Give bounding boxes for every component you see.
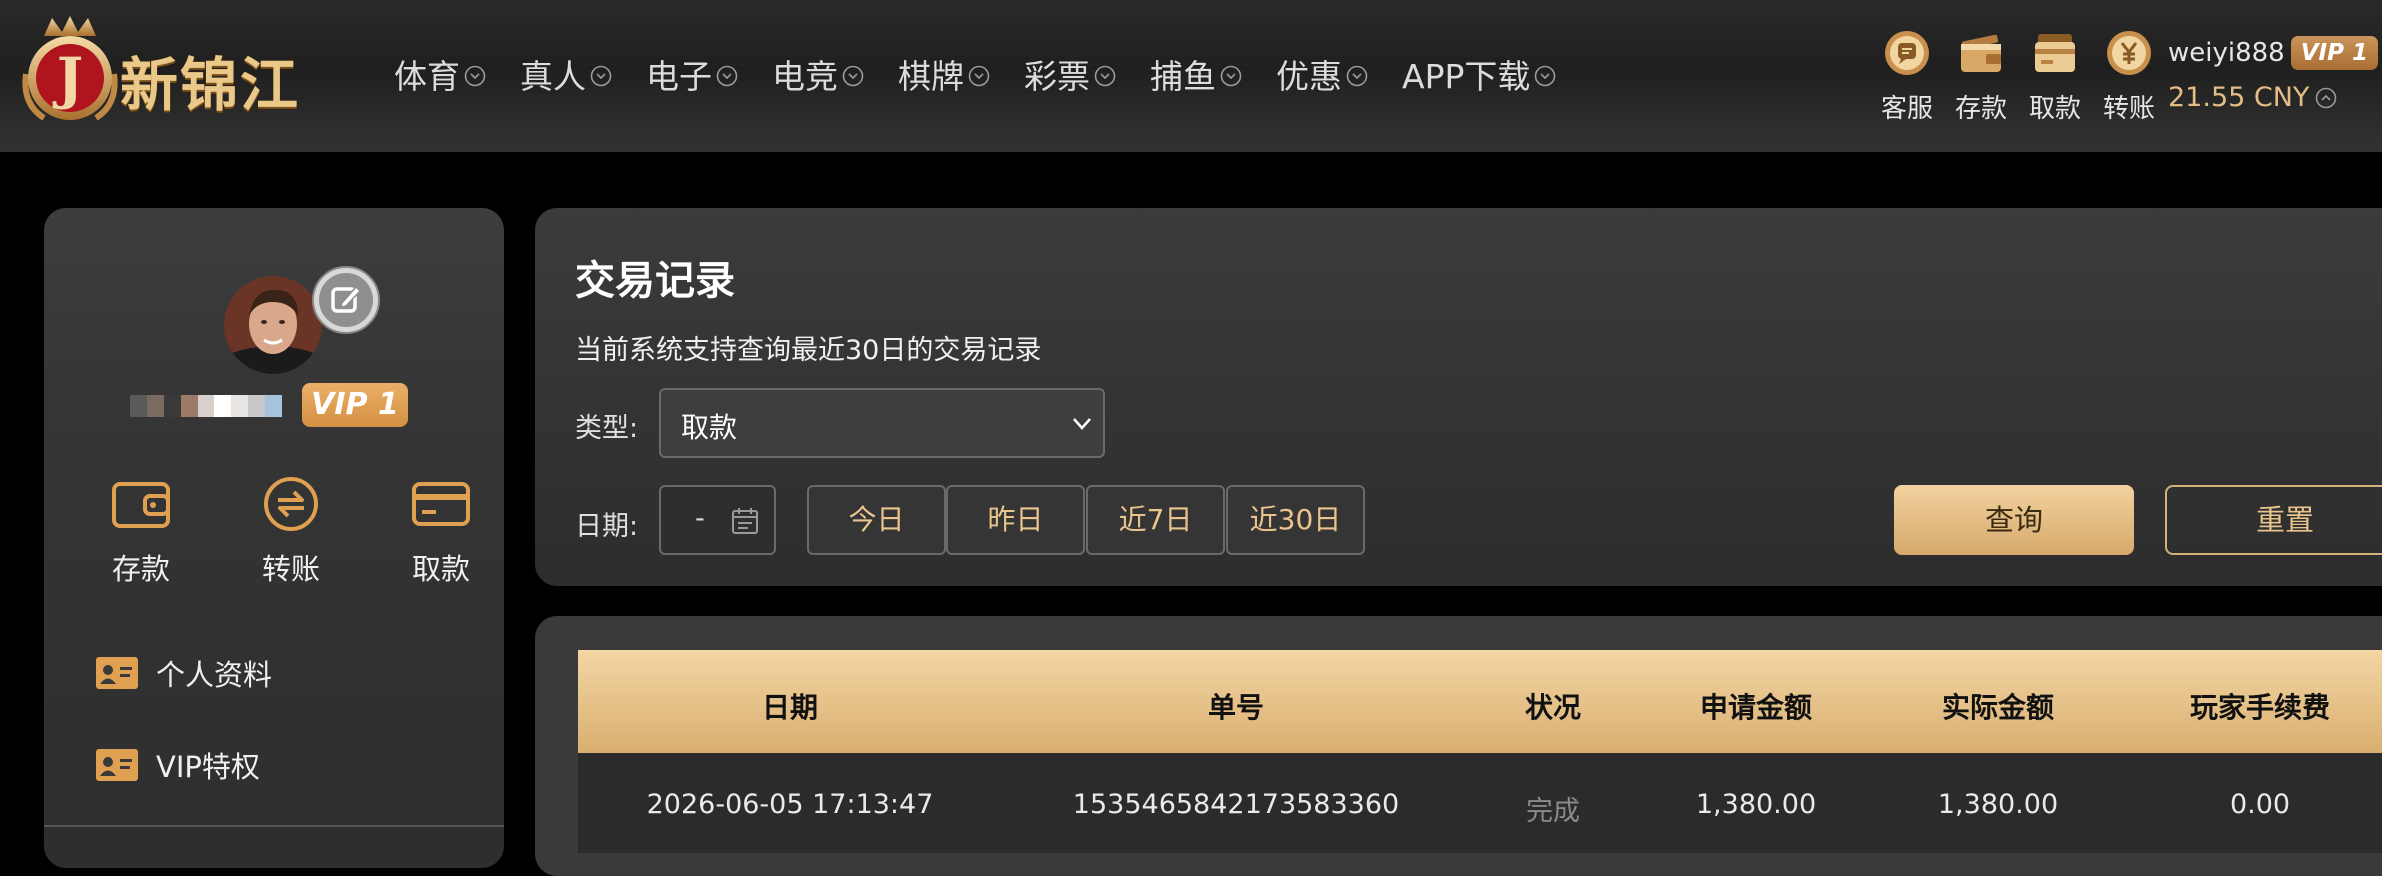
nav-app-download[interactable]: APP下载 (1402, 50, 1556, 98)
sidebar-transfer-button[interactable]: 转账 (216, 476, 366, 588)
column-header-actual-amount: 实际金额 (1941, 691, 2055, 724)
date-range-input[interactable]: - (659, 485, 776, 555)
cell-date: 2026-06-05 17:13:47 (646, 789, 934, 820)
column-header-status: 状况 (1524, 691, 1582, 724)
id-card-icon (96, 657, 138, 689)
wallet-icon (1961, 34, 2001, 72)
range-30days-button[interactable]: 近30日 (1226, 485, 1365, 555)
cell-actual-amount: 1,380.00 (1937, 789, 2059, 820)
query-button[interactable]: 查询 (1894, 485, 2134, 555)
cell-status: 完成 (1526, 796, 1580, 827)
masked-nickname (130, 395, 283, 417)
page-description: 当前系统支持查询最近30日的交易记录 (575, 335, 1042, 366)
sidebar-item-profile[interactable]: 个人资料 (96, 652, 272, 694)
vip-card-icon (96, 749, 138, 781)
username[interactable]: weiyi888 (2168, 38, 2285, 68)
wallet-actions: 存款 转账 取款 (66, 476, 516, 588)
user-box: weiyi888 VIP 1 21.55 CNY (2168, 36, 2378, 113)
balance-amount: 21.55 CNY (2168, 82, 2310, 113)
nav-live[interactable]: 真人 (520, 50, 612, 98)
column-header-date: 日期 (761, 691, 819, 724)
type-select[interactable]: 取款 (659, 388, 1105, 458)
range-yesterday-button[interactable]: 昨日 (946, 485, 1085, 555)
brand-name: 新锦江 (120, 51, 301, 119)
transfer-icon (264, 477, 318, 531)
chevron-down-icon (968, 65, 990, 87)
table-row: 2026-06-05 17:13:47 1535465842173583360 … (578, 753, 2382, 853)
vip-badge: VIP 1 (302, 383, 408, 427)
top-actions: 客服 存款 取款 转账 (1870, 30, 2166, 125)
card-icon (412, 482, 470, 526)
chevron-down-icon (1094, 65, 1116, 87)
wallet-icon (112, 482, 170, 528)
chevron-up-icon (2316, 87, 2337, 108)
top-withdraw-button[interactable]: 取款 (2018, 30, 2092, 125)
yuan-coin-icon (2107, 31, 2151, 75)
column-header-order-no: 单号 (1207, 691, 1265, 724)
column-header-requested-amount: 申请金额 (1699, 691, 1813, 724)
chevron-down-icon (464, 65, 486, 87)
page-title: 交易记录 (575, 258, 735, 304)
nav-slots[interactable]: 电子 (646, 50, 738, 98)
table-header: 日期 单号 状况 申请金额 实际金额 玩家手续费 (578, 650, 2382, 753)
range-7days-button[interactable]: 近7日 (1086, 485, 1225, 555)
chevron-down-icon (1073, 418, 1091, 430)
cell-order-no: 1535465842173583360 (1072, 789, 1400, 820)
top-deposit-button[interactable]: 存款 (1944, 30, 2018, 125)
chevron-down-icon (590, 65, 612, 87)
brand-logo[interactable]: J 新锦江 (14, 14, 339, 126)
nav-esports[interactable]: 电竞 (772, 50, 864, 98)
nav-promotions[interactable]: 优惠 (1276, 50, 1368, 98)
sidebar-deposit-button[interactable]: 存款 (66, 476, 216, 588)
nav-sports[interactable]: 体育 (394, 50, 486, 98)
cell-requested-amount: 1,380.00 (1695, 789, 1817, 820)
chevron-down-icon (1220, 65, 1242, 87)
chat-icon (1885, 31, 1929, 75)
top-transfer-button[interactable]: 转账 (2092, 30, 2166, 125)
type-select-value: 取款 (681, 411, 738, 444)
crown-shield-icon: J (22, 16, 118, 121)
chevron-down-icon (1535, 65, 1556, 87)
type-label: 类型: (575, 413, 639, 444)
nav-cards[interactable]: 棋牌 (898, 50, 990, 98)
range-today-button[interactable]: 今日 (807, 485, 946, 555)
balance-display[interactable]: 21.55 CNY (2168, 82, 2378, 113)
reset-button[interactable]: 重置 (2165, 485, 2382, 555)
chevron-down-icon (842, 65, 864, 87)
main-nav: 体育 真人 电子 电竞 棋牌 彩票 捕鱼 优惠 APP下载 (394, 50, 1590, 98)
svg-text:J: J (52, 46, 84, 112)
chevron-down-icon (1346, 65, 1368, 87)
vip-level-chip: VIP 1 (2290, 36, 2378, 70)
calendar-icon (732, 508, 758, 534)
cell-fee: 0.00 (2229, 789, 2291, 820)
column-header-fee: 玩家手续费 (2189, 691, 2331, 724)
chevron-down-icon (716, 65, 738, 87)
card-icon (2035, 34, 2075, 72)
nav-fishing[interactable]: 捕鱼 (1150, 50, 1242, 98)
nav-lottery[interactable]: 彩票 (1024, 50, 1116, 98)
date-label: 日期: (575, 511, 639, 542)
avatar[interactable] (224, 276, 322, 374)
sidebar-withdraw-button[interactable]: 取款 (366, 476, 516, 588)
sidebar-item-vip[interactable]: VIP特权 (96, 744, 260, 786)
top-customer-service-button[interactable]: 客服 (1870, 30, 1944, 125)
sidebar-divider (44, 825, 504, 827)
edit-avatar-icon[interactable] (312, 266, 380, 334)
